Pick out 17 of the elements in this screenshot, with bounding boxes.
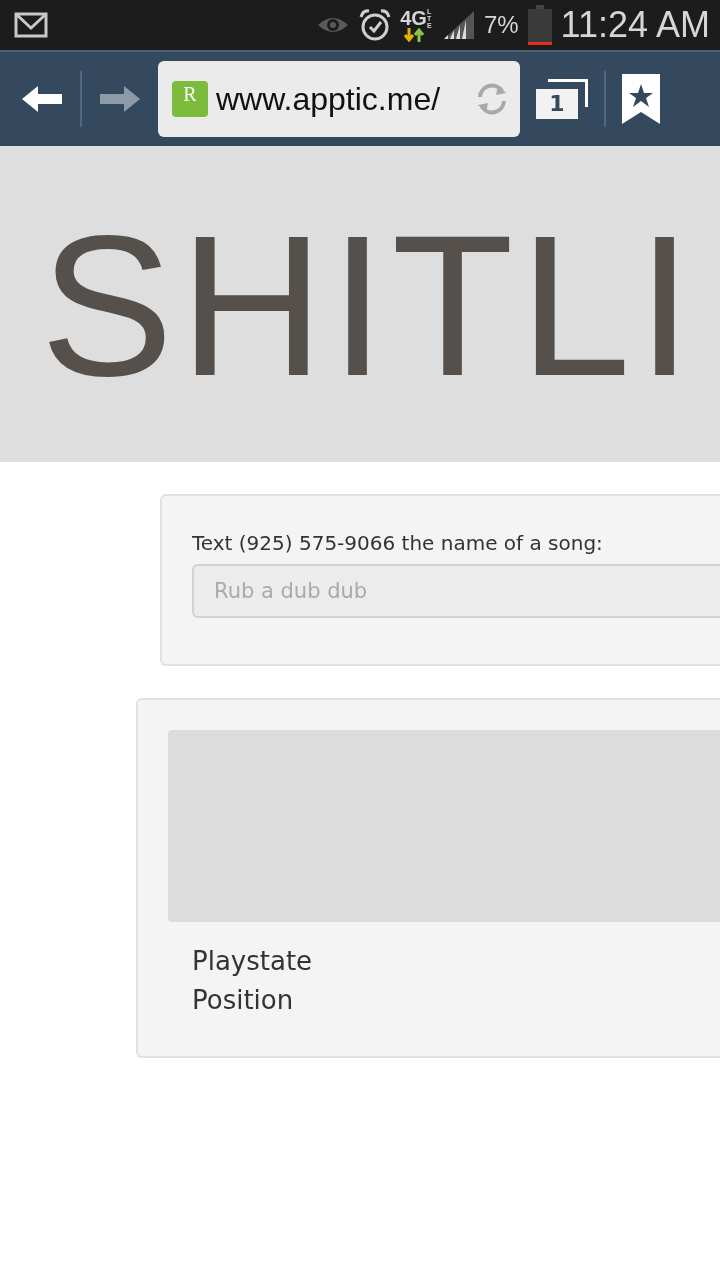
back-arrow-icon[interactable] [20,84,64,114]
site-logo: SHITLI [40,206,699,406]
network-type: 4G [400,8,427,28]
song-prompt: Text (925) 575-9066 the name of a song: [192,530,604,557]
address-bar[interactable]: R www.apptic.me/ [158,61,520,137]
bookmark-star-icon[interactable] [622,74,660,124]
mail-icon [14,12,48,38]
clock-time: 11:24 AM [560,7,710,43]
battery-percent: 7% [483,13,519,37]
data-arrows-icon [402,28,425,42]
song-input-field[interactable]: Rub a dub dub [192,564,720,618]
url-text: www.apptic.me/ [216,80,442,119]
player-field-label: Position [192,985,295,1017]
battery-icon [526,5,553,45]
player-field-label: Playstate [192,946,314,978]
alarm-icon [358,8,393,42]
site-favicon: R [172,81,208,117]
